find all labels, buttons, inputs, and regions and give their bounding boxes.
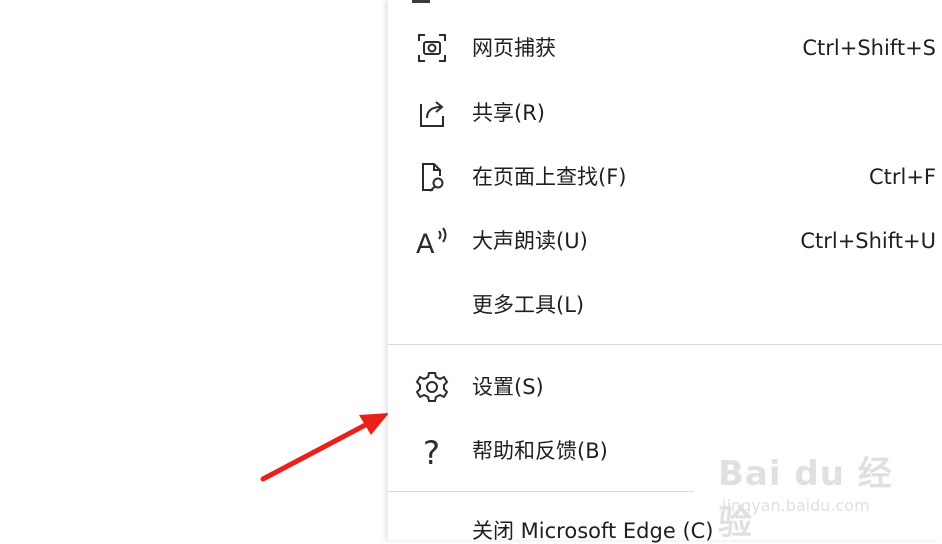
read-aloud-glyph: A xyxy=(416,229,435,258)
menu-item-shortcut: Ctrl+Shift+U xyxy=(800,229,936,253)
read-aloud-icon: A xyxy=(412,227,452,258)
menu-item-read-aloud[interactable]: A 大声朗读(U) Ctrl+Shift+U xyxy=(388,215,942,267)
find-on-page-icon xyxy=(412,163,452,192)
menu-divider xyxy=(388,491,694,492)
menu-divider xyxy=(388,344,942,345)
menu-item-shortcut: Ctrl+Shift+S xyxy=(802,36,936,60)
menu-item-label: 大声朗读(U) xyxy=(472,229,588,253)
annotation-arrow-icon xyxy=(260,413,389,482)
menu-item-share[interactable]: 共享(R) xyxy=(388,87,942,139)
web-capture-icon xyxy=(412,34,452,62)
menu-item-shortcut: Ctrl+F xyxy=(868,165,936,189)
help-icon: ? xyxy=(412,434,452,468)
menu-item-label: 在页面上查找(F) xyxy=(472,165,627,189)
menu-item-close-edge[interactable]: 关闭 Microsoft Edge (C) xyxy=(472,518,714,544)
menu-item-more-tools[interactable]: 更多工具(L) xyxy=(388,279,942,331)
menu-item-settings[interactable]: 设置(S) xyxy=(388,361,942,413)
menu-item-label: 网页捕获 xyxy=(472,36,556,60)
baidu-jingyan-watermark: Bai du 经验 jingyan.baidu.com xyxy=(718,440,918,543)
menu-item-label: 设置(S) xyxy=(472,375,544,399)
menu-item-web-capture[interactable]: 网页捕获 Ctrl+Shift+S xyxy=(388,22,942,74)
menu-item-label: 帮助和反馈(B) xyxy=(472,439,608,463)
help-glyph: ? xyxy=(423,434,440,468)
watermark-url: jingyan.baidu.com xyxy=(722,496,870,515)
share-icon xyxy=(412,99,452,127)
menu-item-label: 更多工具(L) xyxy=(472,293,585,317)
menu-item-label: 共享(R) xyxy=(472,101,545,125)
gear-icon xyxy=(412,372,452,402)
watermark-logo: Bai du 经验 xyxy=(718,454,893,543)
menu-item-find-on-page[interactable]: 在页面上查找(F) Ctrl+F xyxy=(388,151,942,203)
previous-item-icon xyxy=(412,0,430,3)
